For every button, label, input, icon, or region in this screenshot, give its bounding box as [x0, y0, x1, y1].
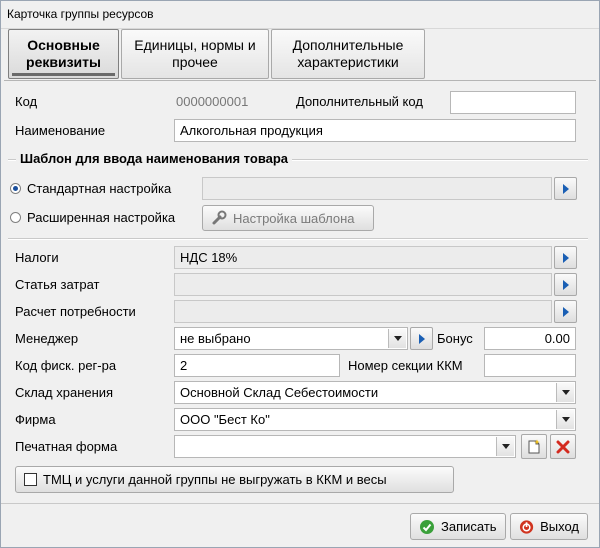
name-label: Наименование — [15, 123, 106, 138]
demand-calc-select-button[interactable] — [554, 300, 577, 323]
wrench-icon — [212, 210, 227, 225]
warehouse-label: Склад хранения — [15, 385, 114, 400]
delete-icon — [556, 440, 570, 453]
name-input[interactable]: Алкогольная продукция — [174, 119, 576, 142]
standard-setting-radio[interactable] — [10, 183, 21, 194]
standard-template-select-button[interactable] — [554, 177, 577, 200]
footer-divider — [0, 503, 600, 504]
cost-item-label: Статья затрат — [15, 277, 100, 292]
new-document-icon — [528, 439, 540, 453]
taxes-field: НДС 18% — [174, 246, 552, 269]
standard-setting-label: Стандартная настройка — [27, 181, 172, 196]
tab-label-line2: реквизиты — [26, 54, 101, 70]
kkm-section-input[interactable] — [484, 354, 576, 377]
no-export-label: ТМЦ и услуги данной группы не выгружать … — [43, 472, 387, 487]
firm-select[interactable]: ООО "Бест Ко" — [174, 408, 576, 431]
extended-setting-label: Расширенная настройка — [27, 210, 176, 225]
arrow-right-icon — [562, 279, 569, 290]
arrow-right-icon — [418, 333, 425, 344]
print-form-label: Печатная форма — [15, 439, 118, 454]
delete-print-form-button[interactable] — [550, 434, 576, 459]
dropdown-arrow-icon[interactable] — [556, 383, 574, 402]
exit-button[interactable]: Выход — [510, 513, 588, 540]
template-settings-label: Настройка шаблона — [233, 210, 355, 226]
taxes-label: Налоги — [15, 250, 59, 265]
fiscal-reg-code-label: Код фиск. рег-ра — [15, 358, 117, 373]
dropdown-arrow-icon[interactable] — [496, 437, 514, 456]
tab-additional-characteristics[interactable]: Дополнительные характеристики — [271, 29, 425, 79]
tab-label-line1: Единицы, нормы и — [134, 37, 256, 53]
demand-calc-label: Расчет потребности — [15, 304, 136, 319]
arrow-right-icon — [562, 306, 569, 317]
code-value: 0000000001 — [176, 94, 249, 109]
tab-divider — [4, 80, 596, 81]
new-print-form-button[interactable] — [521, 434, 547, 459]
extended-setting-radio[interactable] — [10, 212, 21, 223]
arrow-right-icon — [562, 252, 569, 263]
save-label: Записать — [441, 519, 497, 534]
no-export-toggle[interactable]: ТМЦ и услуги данной группы не выгружать … — [15, 466, 454, 493]
demand-calc-field — [174, 300, 552, 323]
firm-label: Фирма — [15, 412, 56, 427]
warehouse-select[interactable]: Основной Склад Себестоимости — [174, 381, 576, 404]
code-label: Код — [15, 94, 38, 109]
firm-value: ООО "Бест Ко" — [180, 412, 270, 427]
save-button[interactable]: Записать — [410, 513, 506, 540]
tab-label-line2: характеристики — [297, 54, 399, 70]
cost-item-select-button[interactable] — [554, 273, 577, 296]
warehouse-value: Основной Склад Себестоимости — [180, 385, 379, 400]
tab-label-line2: прочее — [172, 54, 218, 70]
arrow-right-icon — [562, 183, 569, 194]
tab-label-line1: Дополнительные — [292, 37, 404, 53]
tab-units-norms[interactable]: Единицы, нормы и прочее — [121, 29, 269, 79]
manager-select-button[interactable] — [410, 327, 433, 350]
tab-main-requisites[interactable]: Основные реквизиты — [8, 29, 119, 79]
kkm-section-label: Номер секции ККМ — [348, 358, 463, 373]
standard-template-field — [202, 177, 552, 200]
fiscal-reg-code-input[interactable]: 2 — [174, 354, 340, 377]
title-bar: Карточка группы ресурсов — [0, 0, 600, 29]
manager-select[interactable]: не выбрано — [174, 327, 408, 350]
additional-code-label: Дополнительный код — [296, 94, 423, 109]
manager-label: Менеджер — [15, 331, 79, 346]
checkmark-icon — [420, 519, 434, 534]
template-section-title: Шаблон для ввода наименования товара — [16, 151, 293, 166]
exit-icon — [519, 519, 534, 534]
manager-value: не выбрано — [180, 331, 251, 346]
window-title: Карточка группы ресурсов — [7, 7, 154, 21]
bonus-label: Бонус — [437, 331, 473, 346]
bonus-input[interactable]: 0.00 — [484, 327, 576, 350]
tab-label-line1: Основные — [27, 37, 100, 53]
dropdown-arrow-icon[interactable] — [556, 410, 574, 429]
cost-item-field — [174, 273, 552, 296]
taxes-select-button[interactable] — [554, 246, 577, 269]
print-form-select[interactable] — [174, 435, 516, 458]
no-export-checkbox[interactable] — [24, 473, 37, 486]
template-settings-button[interactable]: Настройка шаблона — [202, 205, 374, 231]
dropdown-arrow-icon[interactable] — [388, 329, 406, 348]
additional-code-input[interactable] — [450, 91, 576, 114]
exit-label: Выход — [540, 519, 579, 534]
section-divider — [8, 238, 588, 240]
